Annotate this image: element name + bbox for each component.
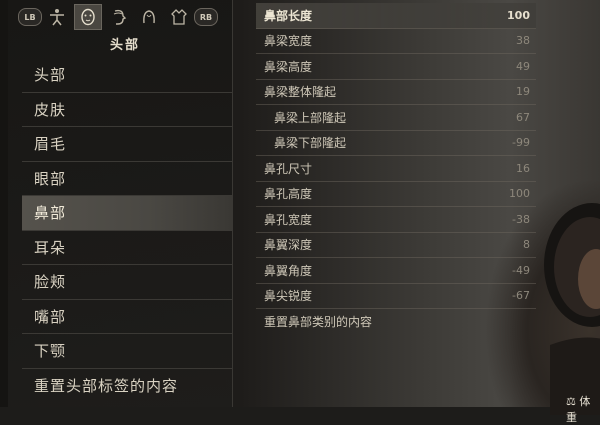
tab-bar: LB RB <box>18 4 232 30</box>
tab-outfit[interactable] <box>166 5 192 29</box>
slider-row[interactable]: 鼻梁宽度 38 <box>256 29 536 54</box>
slider-value: -99 <box>512 136 530 150</box>
slider-value: 16 <box>516 161 530 175</box>
section-title: 头部 <box>109 37 140 53</box>
reset-nose-label: 重置鼻部类别的内容 <box>264 315 373 330</box>
slider-row[interactable]: 鼻孔高度 100 <box>256 182 536 207</box>
slider-label: 鼻孔尺寸 <box>264 161 313 176</box>
tab-head[interactable] <box>74 4 102 30</box>
tab-face[interactable] <box>106 5 132 29</box>
slider-value: 100 <box>507 8 530 22</box>
category-item-head[interactable]: 头部 <box>22 58 232 93</box>
category-item-nose[interactable]: 鼻部 <box>22 196 232 231</box>
lb-button[interactable]: LB <box>18 8 42 26</box>
slider-label: 鼻尖锐度 <box>264 289 313 304</box>
outfit-icon <box>171 9 187 25</box>
slider-label: 鼻部长度 <box>264 8 313 23</box>
category-item-ears[interactable]: 耳朵 <box>22 231 232 265</box>
slider-value: 100 <box>509 187 530 201</box>
slider-label: 鼻翼深度 <box>264 238 313 253</box>
slider-value: 38 <box>516 34 530 48</box>
hair-icon <box>143 10 155 24</box>
slider-value: 49 <box>516 59 530 73</box>
slider-row[interactable]: 鼻翼角度 -49 <box>256 258 536 284</box>
slider-row[interactable]: 鼻孔尺寸 16 <box>256 156 536 182</box>
slider-row[interactable]: 鼻尖锐度 -67 <box>256 284 536 309</box>
character-silhouette <box>544 203 600 415</box>
weight-indicator: ⚖ 体重 <box>566 393 600 425</box>
slider-label: 鼻梁整体隆起 <box>264 85 337 100</box>
category-item-skin[interactable]: 皮肤 <box>22 93 232 127</box>
category-item-eyebrows[interactable]: 眉毛 <box>22 127 232 162</box>
slider-value: -67 <box>512 289 530 303</box>
slider-value: 67 <box>516 110 530 124</box>
slider-row[interactable]: 鼻梁上部隆起 67 <box>256 105 536 131</box>
body-figure-icon <box>50 9 64 26</box>
reset-head-button[interactable]: 重置头部标签的内容 <box>22 369 232 404</box>
category-panel: LB RB 头部 头部 皮肤 眉毛 眼部 鼻部 耳朵 脸颊 嘴部 下颚 重置头部… <box>8 0 233 407</box>
weight-icon: ⚖ <box>566 395 576 408</box>
slider-label: 鼻翼角度 <box>264 263 313 278</box>
reset-nose-button[interactable]: 重置鼻部类别的内容 <box>256 309 536 335</box>
face-mask-icon <box>81 8 95 26</box>
slider-value: -49 <box>512 263 530 277</box>
rb-button[interactable]: RB <box>194 8 218 26</box>
category-item-eyes[interactable]: 眼部 <box>22 162 232 196</box>
slider-label: 鼻孔高度 <box>264 187 313 202</box>
slider-label: 鼻梁上部隆起 <box>274 110 347 125</box>
category-list: 头部 皮肤 眉毛 眼部 鼻部 耳朵 脸颊 嘴部 下颚 重置头部标签的内容 <box>22 58 232 403</box>
slider-row[interactable]: 鼻翼深度 8 <box>256 233 536 258</box>
category-item-cheeks[interactable]: 脸颊 <box>22 265 232 300</box>
category-item-mouth[interactable]: 嘴部 <box>22 300 232 334</box>
tab-hair[interactable] <box>136 5 162 29</box>
slider-value: 19 <box>516 85 530 99</box>
slider-value: 8 <box>523 238 530 252</box>
slider-row[interactable]: 鼻梁下部隆起 -99 <box>256 131 536 156</box>
slider-panel: 鼻部长度 100 鼻梁宽度 38 鼻梁高度 49 鼻梁整体隆起 19 鼻梁上部隆起 67 … <box>256 3 536 335</box>
tab-body[interactable] <box>44 5 70 29</box>
slider-label: 鼻梁高度 <box>264 59 313 74</box>
slider-row[interactable]: 鼻孔宽度 -38 <box>256 207 536 233</box>
face-profile-icon <box>113 9 127 25</box>
slider-row[interactable]: 鼻梁整体隆起 19 <box>256 80 536 105</box>
slider-label: 鼻梁宽度 <box>264 34 313 49</box>
slider-value: -38 <box>512 212 530 226</box>
slider-label: 鼻孔宽度 <box>264 212 313 227</box>
slider-row[interactable]: 鼻梁高度 49 <box>256 54 536 80</box>
slider-label: 鼻梁下部隆起 <box>274 136 347 151</box>
category-item-jaw[interactable]: 下颚 <box>22 334 232 369</box>
slider-row[interactable]: 鼻部长度 100 <box>256 3 536 29</box>
